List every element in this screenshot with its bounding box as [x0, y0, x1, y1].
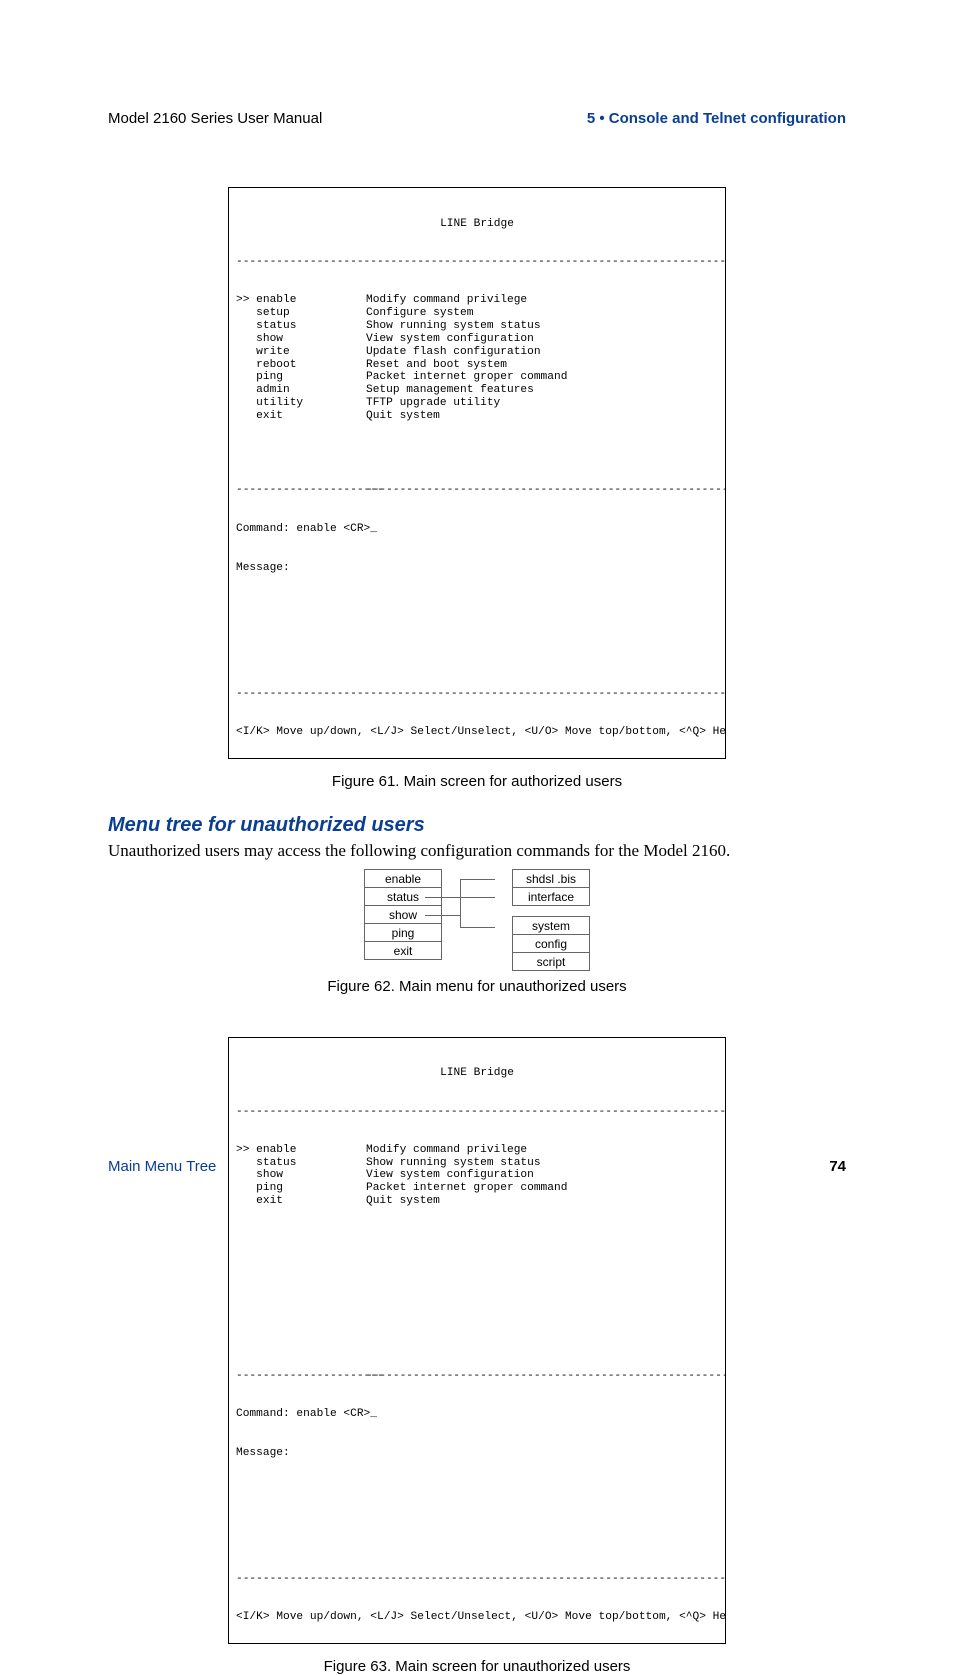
terminal2-dash-top: ----------------------------------------… — [229, 1106, 725, 1118]
terminal1-message-line: Message: — [229, 562, 725, 575]
terminal2-menu-right: Modify command privilege Show running sy… — [366, 1144, 718, 1208]
connector — [460, 879, 461, 917]
tree-right-col: shdsl .bis interface system config scrip… — [512, 869, 590, 970]
tree-left-item: enable — [364, 869, 442, 888]
terminal2-message-line: Message: — [229, 1447, 725, 1460]
figure-62-caption: Figure 62. Main menu for unauthorized us… — [108, 978, 846, 995]
connector — [460, 915, 461, 927]
figure-61-caption: Figure 61. Main screen for authorized us… — [108, 773, 846, 790]
terminal1-dash-top: ----------------------------------------… — [229, 256, 725, 268]
terminal2-dash-bottom: ----------------------------------------… — [229, 1573, 725, 1585]
terminal1-menu-right: Modify command privilege Configure syste… — [366, 294, 718, 423]
tree-left-item: exit — [364, 941, 442, 960]
terminal1-menu: >> enable setup status show write reboot… — [229, 294, 725, 423]
footer-right: 74 — [829, 1158, 846, 1175]
tree-right-item: shdsl .bis — [512, 869, 590, 888]
header-left: Model 2160 Series User Manual — [108, 110, 322, 127]
tree-right-item: interface — [512, 887, 590, 906]
tree-left-col: enable status show ping exit — [364, 869, 442, 970]
tree-right-item: config — [512, 934, 590, 953]
terminal2-command-line: Command: enable <CR>_ — [229, 1408, 725, 1421]
page-header: Model 2160 Series User Manual 5 • Consol… — [108, 110, 846, 127]
terminal-figure-63: LINE Bridge ----------------------------… — [228, 1037, 726, 1644]
terminal1-help-line: <I/K> Move up/down, <L/J> Select/Unselec… — [229, 726, 725, 745]
terminal1-command-line: Command: enable <CR>_ — [229, 523, 725, 536]
terminal2-title: LINE Bridge — [229, 1067, 725, 1080]
tree-right-item: script — [512, 952, 590, 971]
section-body: Unauthorized users may access the follow… — [108, 841, 846, 861]
terminal2-menu: >> enable status show ping exit Modify c… — [229, 1144, 725, 1208]
section-heading: Menu tree for unauthorized users — [108, 814, 846, 837]
terminal1-dash-bottom: ----------------------------------------… — [229, 688, 725, 700]
terminal1-menu-left: >> enable setup status show write reboot… — [236, 294, 366, 423]
figure-63-caption: Figure 63. Main screen for unauthorized … — [108, 1658, 846, 1675]
connector — [460, 927, 495, 928]
terminal1-title: LINE Bridge — [229, 218, 725, 231]
footer-left: Main Menu Tree — [108, 1158, 216, 1175]
connector — [460, 897, 495, 898]
tree-left-item: ping — [364, 923, 442, 942]
connector — [460, 879, 495, 880]
terminal-figure-61: LINE Bridge ----------------------------… — [228, 187, 726, 759]
connector — [425, 915, 460, 916]
terminal1-dash-split: ---------------------- -----------------… — [229, 484, 725, 497]
page-footer: Main Menu Tree 74 — [108, 1158, 846, 1175]
terminal2-dash-split: ---------------------- -----------------… — [229, 1370, 725, 1383]
connector — [425, 897, 460, 898]
header-right: 5 • Console and Telnet configuration — [587, 110, 846, 127]
terminal2-help-line: <I/K> Move up/down, <L/J> Select/Unselec… — [229, 1611, 725, 1630]
tree-right-item: system — [512, 916, 590, 935]
menu-tree-diagram: enable status show ping exit shdsl .bis … — [347, 869, 607, 970]
terminal2-menu-left: >> enable status show ping exit — [236, 1144, 366, 1208]
